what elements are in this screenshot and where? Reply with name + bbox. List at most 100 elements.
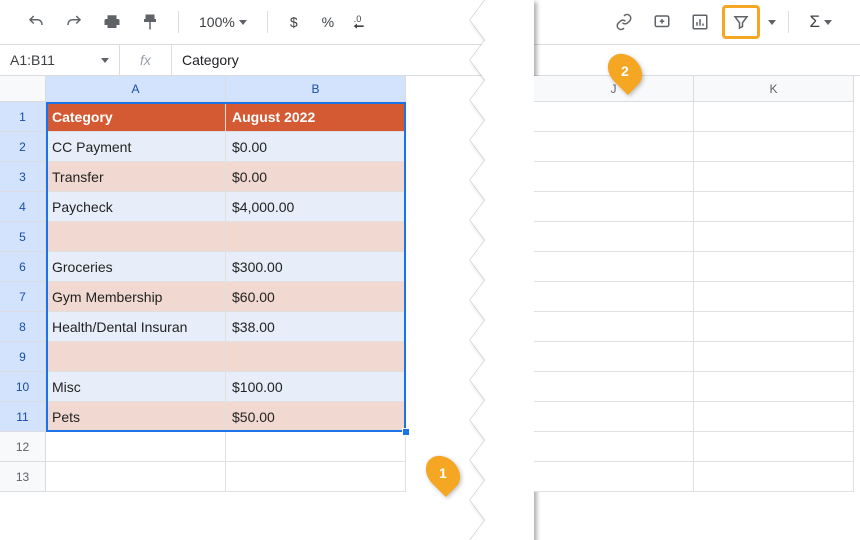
filter-dropdown-caret[interactable]	[768, 20, 776, 25]
row-header[interactable]: 3	[0, 162, 46, 192]
cell[interactable]	[694, 222, 854, 252]
cell[interactable]: Category	[46, 102, 226, 132]
chevron-down-icon	[239, 20, 247, 25]
cell[interactable]: Groceries	[46, 252, 226, 282]
table-row: 10 Misc $100.00	[0, 372, 440, 402]
selection-handle[interactable]	[402, 428, 410, 436]
cell[interactable]: Misc	[46, 372, 226, 402]
formula-row: A1:B11 fx Category	[0, 44, 860, 76]
cell[interactable]	[534, 342, 694, 372]
cell[interactable]	[46, 222, 226, 252]
cell[interactable]	[694, 432, 854, 462]
cell[interactable]	[694, 252, 854, 282]
table-row: 11 Pets $50.00	[0, 402, 440, 432]
cell[interactable]: August 2022	[226, 102, 406, 132]
cell[interactable]	[534, 162, 694, 192]
cell[interactable]	[534, 222, 694, 252]
table-row: 8 Health/Dental Insuran $38.00	[0, 312, 440, 342]
cell[interactable]: $38.00	[226, 312, 406, 342]
decrease-decimal-button[interactable]: .0	[348, 6, 376, 38]
column-headers-left: A B	[0, 76, 440, 102]
cell[interactable]: Health/Dental Insuran	[46, 312, 226, 342]
cell[interactable]: $4,000.00	[226, 192, 406, 222]
callout-label: 1	[439, 465, 447, 481]
format-percent-button[interactable]: %	[314, 6, 342, 38]
cell[interactable]	[226, 342, 406, 372]
cell[interactable]	[694, 102, 854, 132]
cell[interactable]	[694, 192, 854, 222]
cell[interactable]	[226, 462, 406, 492]
divider	[788, 11, 789, 33]
cell[interactable]: $100.00	[226, 372, 406, 402]
cell[interactable]: $0.00	[226, 132, 406, 162]
cell[interactable]: Gym Membership	[46, 282, 226, 312]
row-header[interactable]: 1	[0, 102, 46, 132]
row-header[interactable]: 11	[0, 402, 46, 432]
cell[interactable]	[694, 462, 854, 492]
cell[interactable]	[46, 462, 226, 492]
cell[interactable]	[534, 132, 694, 162]
print-button[interactable]	[96, 6, 128, 38]
cell[interactable]	[46, 432, 226, 462]
select-all-corner[interactable]	[0, 76, 46, 102]
cell[interactable]	[694, 132, 854, 162]
cell[interactable]	[694, 402, 854, 432]
cell[interactable]	[534, 402, 694, 432]
cell[interactable]: Pets	[46, 402, 226, 432]
cell[interactable]: $60.00	[226, 282, 406, 312]
col-header-K[interactable]: K	[694, 76, 854, 102]
cell[interactable]	[694, 312, 854, 342]
zoom-value: 100%	[199, 14, 235, 30]
row-header[interactable]: 2	[0, 132, 46, 162]
cell[interactable]	[534, 432, 694, 462]
cell[interactable]: $300.00	[226, 252, 406, 282]
insert-chart-button[interactable]	[684, 6, 716, 38]
grid-right: J K	[534, 76, 860, 540]
cell[interactable]	[534, 192, 694, 222]
chevron-down-icon	[101, 58, 109, 63]
functions-dropdown[interactable]: Σ	[801, 12, 840, 32]
table-row: 9	[0, 342, 440, 372]
row-header[interactable]: 4	[0, 192, 46, 222]
cell[interactable]	[226, 222, 406, 252]
zoom-dropdown[interactable]: 100%	[191, 14, 255, 30]
cell[interactable]: Paycheck	[46, 192, 226, 222]
formula-bar[interactable]: Category	[172, 45, 860, 75]
cell[interactable]	[46, 342, 226, 372]
cell[interactable]	[694, 342, 854, 372]
cell[interactable]	[226, 432, 406, 462]
row-header[interactable]: 5	[0, 222, 46, 252]
insert-comment-button[interactable]	[646, 6, 678, 38]
row-header[interactable]: 13	[0, 462, 46, 492]
undo-button[interactable]	[20, 6, 52, 38]
table-row: 1 Category August 2022	[0, 102, 440, 132]
row-header[interactable]: 6	[0, 252, 46, 282]
insert-link-button[interactable]	[608, 6, 640, 38]
cell[interactable]	[534, 372, 694, 402]
row-header[interactable]: 12	[0, 432, 46, 462]
row-header[interactable]: 8	[0, 312, 46, 342]
cell[interactable]	[534, 462, 694, 492]
row-header[interactable]: 9	[0, 342, 46, 372]
cell[interactable]	[694, 372, 854, 402]
name-box[interactable]: A1:B11	[0, 45, 120, 75]
row-header[interactable]: 10	[0, 372, 46, 402]
format-currency-button[interactable]: $	[280, 6, 308, 38]
cell[interactable]	[534, 102, 694, 132]
toolbar: 100% $ % .0 Σ	[0, 0, 860, 44]
cell[interactable]	[694, 282, 854, 312]
filter-button[interactable]	[726, 9, 756, 35]
paint-format-button[interactable]	[134, 6, 166, 38]
cell[interactable]	[534, 282, 694, 312]
redo-button[interactable]	[58, 6, 90, 38]
cell[interactable]	[694, 162, 854, 192]
col-header-B[interactable]: B	[226, 76, 406, 102]
cell[interactable]	[534, 312, 694, 342]
cell[interactable]: CC Payment	[46, 132, 226, 162]
row-header[interactable]: 7	[0, 282, 46, 312]
cell[interactable]: $0.00	[226, 162, 406, 192]
col-header-A[interactable]: A	[46, 76, 226, 102]
cell[interactable]: Transfer	[46, 162, 226, 192]
cell[interactable]	[534, 252, 694, 282]
cell[interactable]: $50.00	[226, 402, 406, 432]
